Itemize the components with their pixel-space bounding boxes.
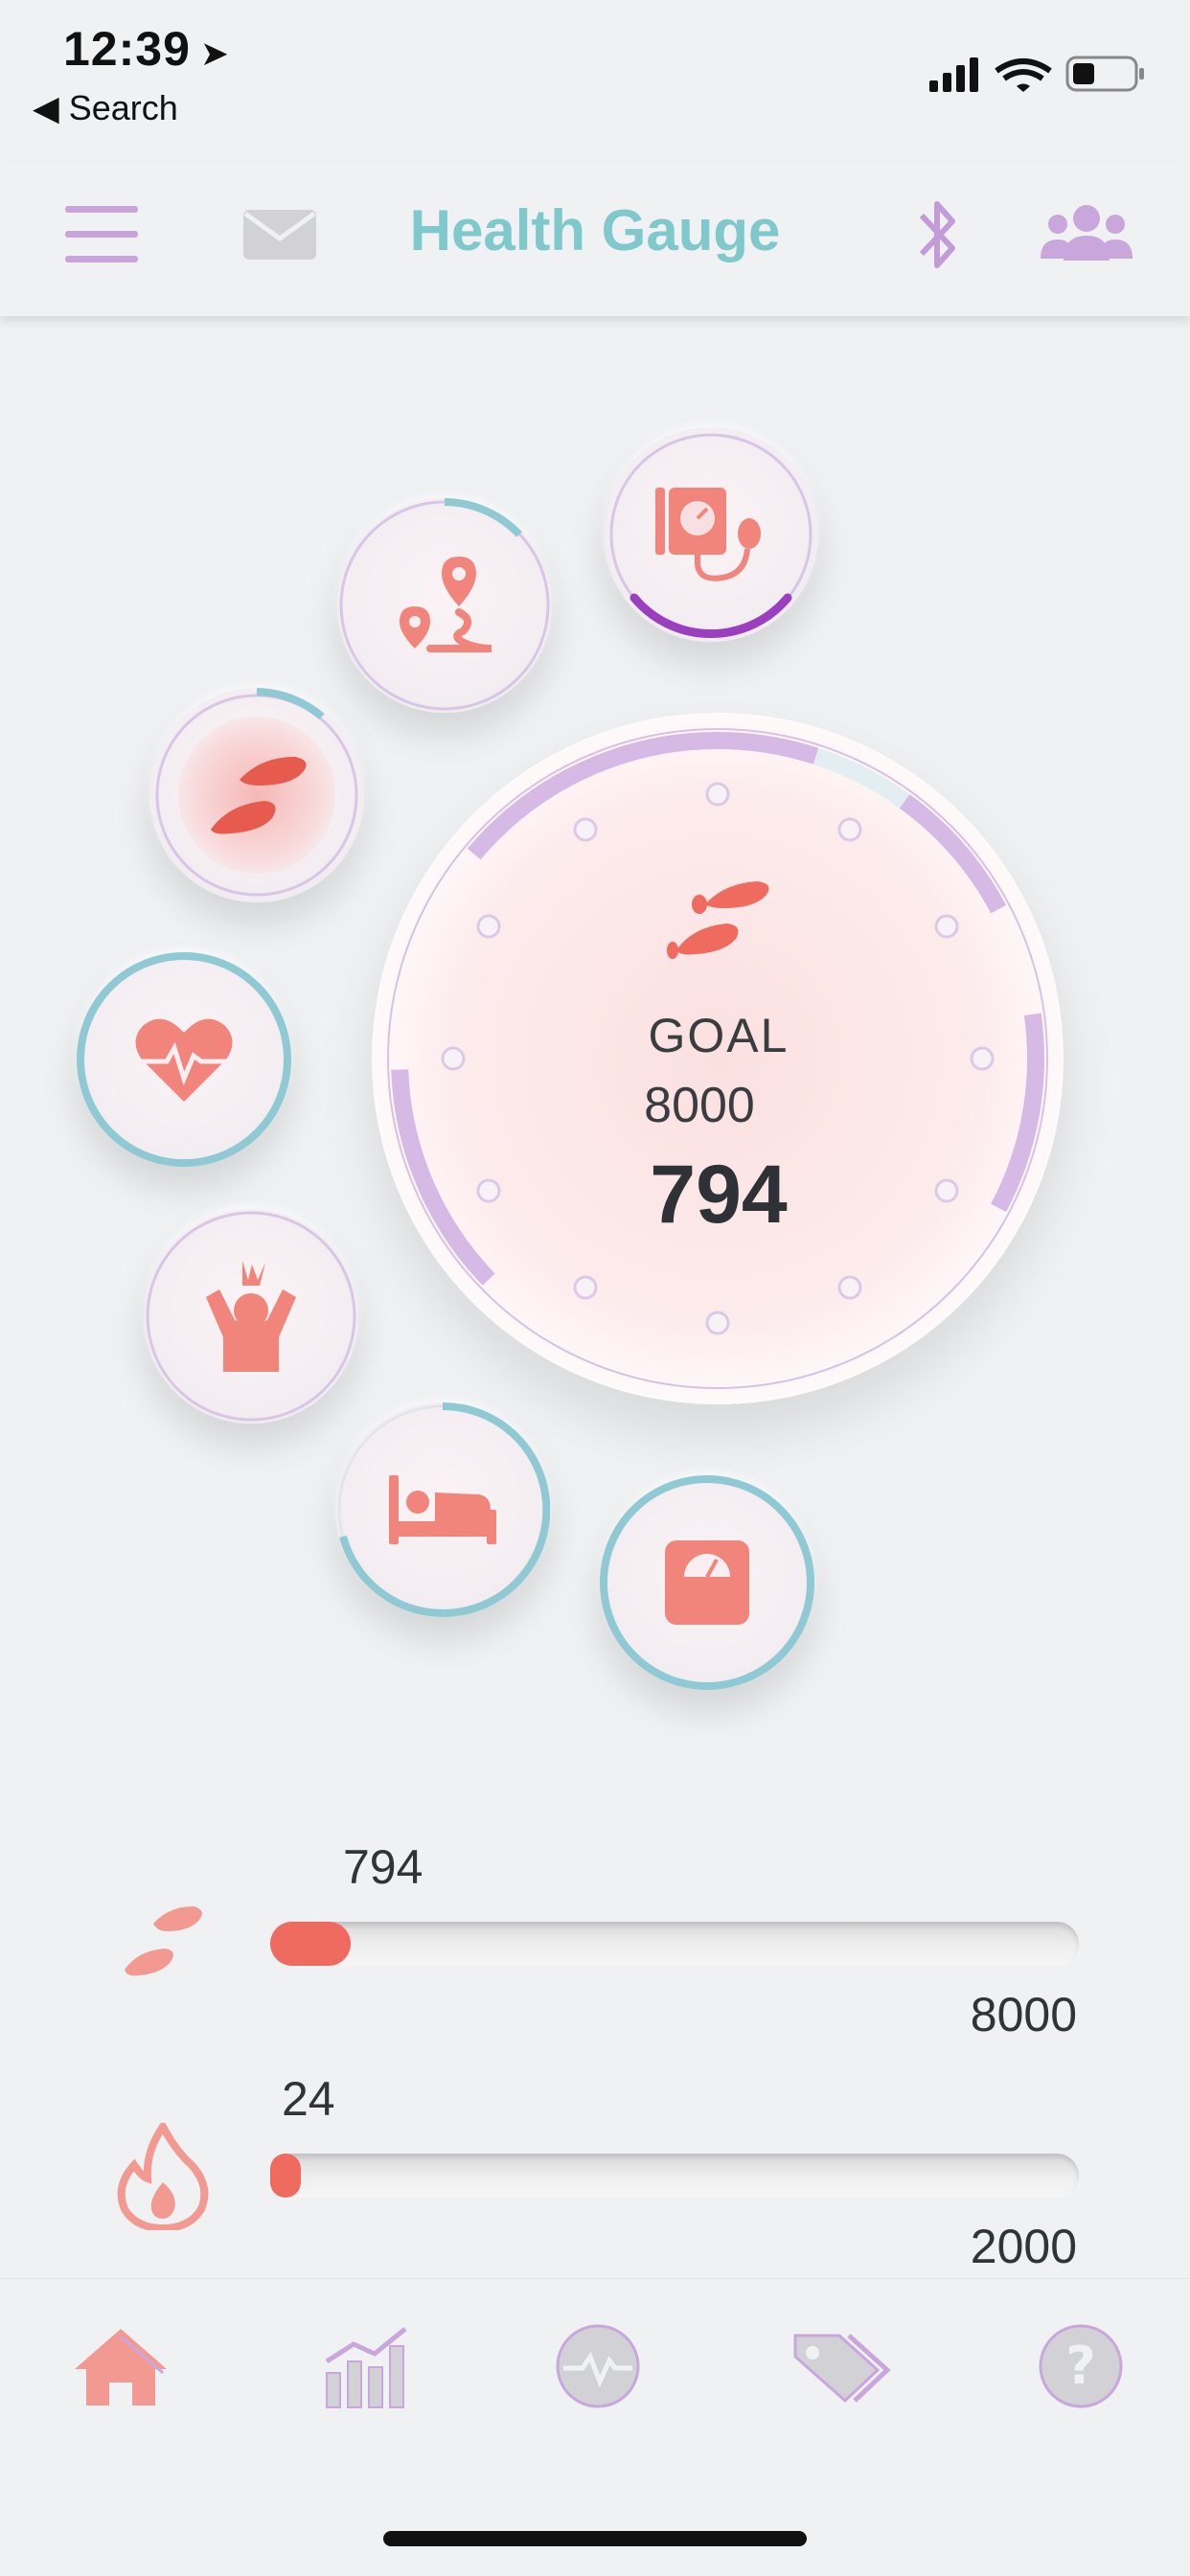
- stress-button[interactable]: [144, 1209, 358, 1424]
- help-icon[interactable]: ?: [1014, 2309, 1148, 2424]
- gauge-arc-segment: [899, 794, 1007, 914]
- steps-progress-fill: [270, 1922, 351, 1966]
- status-time: 12:39 ➤: [63, 22, 231, 76]
- gauge-tick-dot: [934, 914, 959, 939]
- calories-progress-bar: [270, 2154, 1079, 2198]
- gauge-arc-segment: [467, 732, 719, 860]
- footprints-icon: [119, 1901, 205, 1988]
- steps-progress-value: 794: [343, 1840, 423, 1894]
- weight-button[interactable]: [600, 1475, 814, 1690]
- gauge-tick-dot: [705, 782, 730, 807]
- steps-progress-bar: [270, 1922, 1079, 1966]
- blood-pressure-icon: [655, 488, 761, 581]
- bluetooth-icon[interactable]: [881, 182, 996, 287]
- flame-icon: [115, 2119, 211, 2235]
- app-title: Health Gauge: [409, 198, 781, 262]
- calories-progress-fill: [270, 2154, 301, 2198]
- gauge-tick-dot: [934, 1178, 959, 1203]
- activity-icon[interactable]: [531, 2309, 665, 2424]
- heart-rate-button[interactable]: [77, 952, 291, 1167]
- footprints-icon: [667, 870, 772, 967]
- location-arrow-icon: ➤: [199, 34, 231, 73]
- goal-value: 8000: [644, 1078, 755, 1133]
- statistics-icon[interactable]: [299, 2309, 433, 2424]
- steps-progress-max: 8000: [970, 1988, 1077, 2041]
- gauge-tick-dot: [476, 914, 501, 939]
- bed-icon: [389, 1475, 496, 1544]
- home-indicator: [383, 2531, 807, 2546]
- blood-pressure-button[interactable]: [604, 427, 818, 642]
- group-icon[interactable]: [1029, 182, 1144, 287]
- gauge-tick-dot: [970, 1046, 995, 1071]
- gauge-tick-dot: [573, 817, 598, 842]
- back-to-search[interactable]: ◀ Search: [33, 88, 178, 128]
- gauge-arc-segment: [991, 1013, 1044, 1213]
- signal-wifi-battery-icon: [929, 56, 1144, 92]
- gauge-tick-dot: [476, 1178, 501, 1203]
- home-icon[interactable]: [54, 2309, 188, 2424]
- gauge-tick-dot: [705, 1311, 730, 1335]
- stress-icon: [206, 1261, 296, 1372]
- scale-icon: [665, 1540, 749, 1625]
- gauge-arc-segment: [391, 1069, 495, 1286]
- route-icon: [400, 557, 492, 652]
- gauge-tick-dot: [837, 1275, 862, 1300]
- goal-label: GOAL: [648, 1009, 790, 1062]
- gauge-tick-dot: [573, 1275, 598, 1300]
- calories-progress-max: 2000: [970, 2220, 1077, 2273]
- gauge-tick-dot: [441, 1046, 466, 1071]
- tags-icon[interactable]: [774, 2309, 908, 2424]
- gauge-arc-segment: [717, 732, 819, 764]
- steps-button[interactable]: [149, 688, 364, 902]
- gauge-tick-dot: [837, 817, 862, 842]
- current-steps-value: 794: [650, 1149, 788, 1241]
- heart-rate-icon: [135, 1018, 233, 1102]
- status-icons: [927, 54, 1148, 94]
- distance-button[interactable]: [337, 498, 552, 713]
- svg-text:?: ?: [1065, 2336, 1095, 2396]
- calories-progress-value: 24: [282, 2072, 335, 2126]
- footprints-icon: [211, 757, 307, 834]
- sleep-button[interactable]: [335, 1402, 550, 1617]
